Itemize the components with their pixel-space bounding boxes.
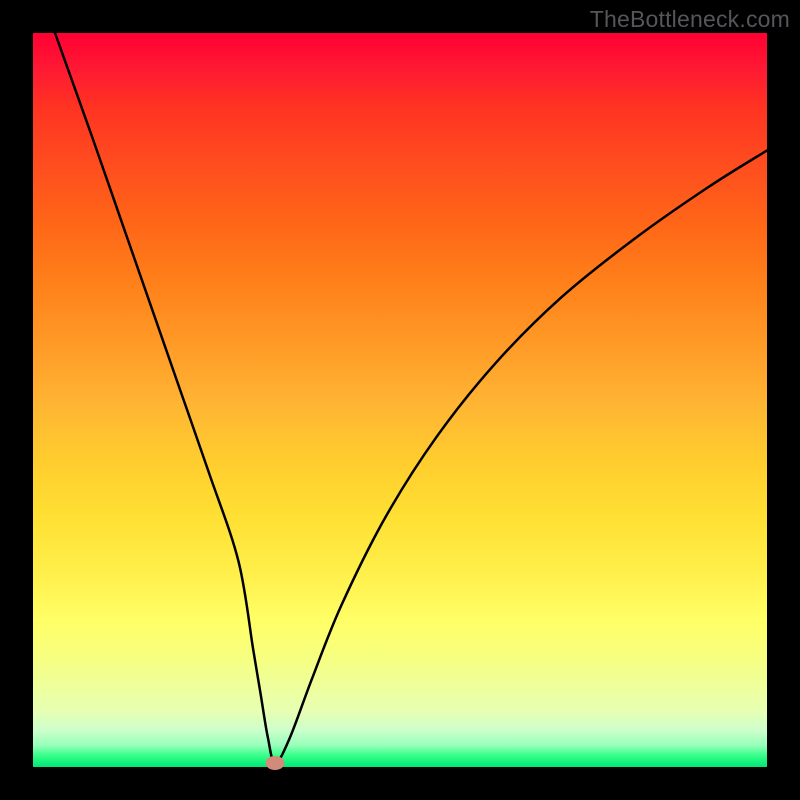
- watermark-text: TheBottleneck.com: [590, 6, 790, 33]
- chart-frame: TheBottleneck.com: [0, 0, 800, 800]
- plot-area: [33, 33, 767, 767]
- optimal-marker: [266, 756, 285, 770]
- bottleneck-curve: [33, 33, 767, 767]
- curve-line: [55, 33, 767, 763]
